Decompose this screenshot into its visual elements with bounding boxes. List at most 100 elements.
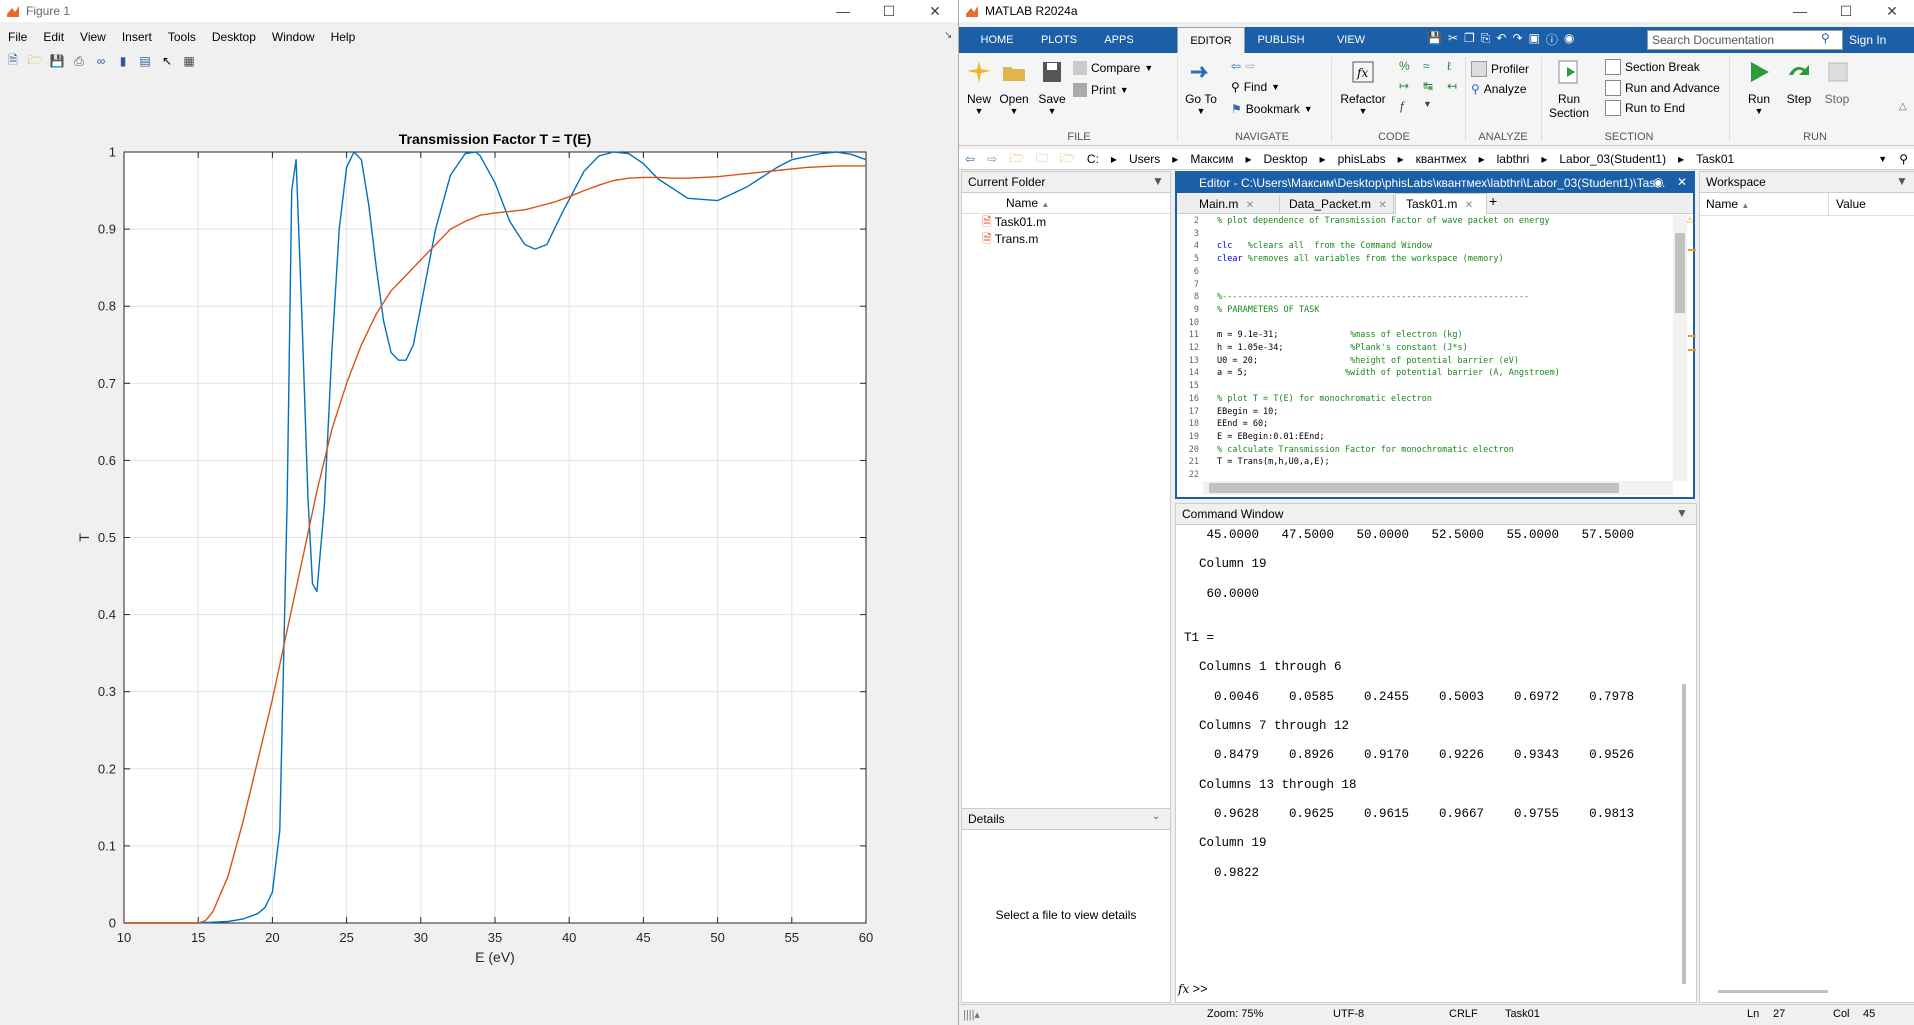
panel-menu-icon[interactable]: ▼ bbox=[1152, 174, 1164, 188]
editor-tab[interactable]: Data_Packet.m ✕ bbox=[1281, 195, 1394, 213]
code-line[interactable]: 17 EBegin = 10; bbox=[1177, 406, 1673, 419]
insert-function-icon[interactable]: ƒ bbox=[1399, 99, 1419, 113]
new-tab-icon[interactable]: + bbox=[1489, 193, 1497, 209]
close-icon[interactable]: ✕ bbox=[1869, 0, 1914, 22]
code-line[interactable]: 13 U0 = 20; %height of potential barrier … bbox=[1177, 355, 1673, 368]
print-button[interactable]: Print ▼ bbox=[1073, 83, 1129, 97]
chevron-down-icon[interactable]: ⌄ bbox=[1152, 811, 1160, 822]
close-editor-icon[interactable]: ✕ bbox=[1677, 175, 1687, 189]
goto-button[interactable]: Go To ▼ bbox=[1183, 59, 1219, 116]
tab-home[interactable]: HOME bbox=[967, 27, 1027, 53]
scrollbar-thumb[interactable] bbox=[1209, 483, 1619, 493]
back-arrow-icon[interactable]: ⇦ bbox=[959, 152, 981, 166]
refactor-button[interactable]: fx Refactor ▼ bbox=[1339, 59, 1387, 116]
analyze-button[interactable]: ⚲ Analyze bbox=[1471, 82, 1527, 96]
command-prompt[interactable]: fx >> bbox=[1178, 982, 1208, 997]
code-line[interactable]: 8 %--------------------------------------… bbox=[1177, 291, 1673, 304]
code-line[interactable]: 7 bbox=[1177, 279, 1673, 292]
uncomment-icon[interactable]: ℓ bbox=[1447, 59, 1467, 73]
back-arrow-icon[interactable]: ⇦ bbox=[1231, 59, 1241, 73]
warning-marker[interactable] bbox=[1688, 249, 1696, 251]
path-segment[interactable]: Users bbox=[1123, 152, 1166, 166]
stop-button[interactable]: Stop bbox=[1819, 59, 1855, 106]
close-tab-icon[interactable]: ✕ bbox=[1246, 200, 1254, 211]
smart-indent-icon[interactable]: ↹ bbox=[1423, 79, 1443, 93]
path-segment[interactable]: Task01 bbox=[1690, 152, 1740, 166]
warning-marker[interactable] bbox=[1688, 349, 1696, 351]
up-folder-icon[interactable]: 🗁 bbox=[1003, 149, 1030, 170]
editor-tab[interactable]: Main.m ✕ bbox=[1185, 195, 1280, 213]
code-line[interactable]: 19 E = EBegin:0.01:EEnd; bbox=[1177, 431, 1673, 444]
path-segment[interactable]: Максим bbox=[1184, 152, 1239, 166]
profiler-button[interactable]: Profiler bbox=[1471, 61, 1529, 77]
back-forward-buttons[interactable]: ⇦ ⇨ bbox=[1231, 59, 1255, 73]
run-section-button[interactable]: Run Section bbox=[1549, 59, 1589, 120]
comment-icon[interactable]: % bbox=[1399, 59, 1419, 73]
community-icon[interactable]: ◉ bbox=[1564, 31, 1574, 48]
step-button[interactable]: Step bbox=[1781, 59, 1817, 106]
indent-icon[interactable]: ↦ bbox=[1399, 79, 1419, 93]
run-button[interactable]: Run ▼ bbox=[1739, 59, 1779, 116]
file-item[interactable]: 🗎 Trans.m bbox=[962, 231, 1170, 248]
maximize-icon[interactable]: ☐ bbox=[1823, 0, 1869, 22]
file-item[interactable]: 🗎 Task01.m bbox=[962, 214, 1170, 231]
tab-view[interactable]: VIEW bbox=[1321, 27, 1381, 53]
warning-marker[interactable] bbox=[1688, 335, 1696, 337]
forward-arrow-icon[interactable]: ⇨ bbox=[981, 152, 1003, 166]
code-area[interactable]: 2 % plot dependence of Transmission Facto… bbox=[1177, 215, 1673, 481]
wrap-comments-icon[interactable]: ≈ bbox=[1423, 59, 1443, 73]
chevron-down-icon[interactable]: ▼ bbox=[1423, 99, 1443, 113]
column-header-name[interactable]: Name ▲ bbox=[962, 193, 1170, 214]
tab-publish[interactable]: PUBLISH bbox=[1245, 27, 1317, 53]
code-line[interactable]: 20 % calculate Transmission Factor for mo… bbox=[1177, 444, 1673, 457]
open-button[interactable]: Open ▼ bbox=[997, 59, 1031, 116]
tab-editor[interactable]: EDITOR bbox=[1177, 27, 1245, 54]
code-line[interactable]: 16 % plot T = T(E) for monochromatic elec… bbox=[1177, 393, 1673, 406]
code-line[interactable]: 14 a = 5; %width of potential barrier (A,… bbox=[1177, 367, 1673, 380]
tab-apps[interactable]: APPS bbox=[1091, 27, 1147, 53]
undo-icon[interactable]: ↶ bbox=[1496, 31, 1506, 48]
code-line[interactable]: 22 bbox=[1177, 469, 1673, 481]
search-documentation-input[interactable]: Search Documentation bbox=[1647, 30, 1843, 50]
search-icon[interactable]: ⚲ bbox=[1821, 31, 1830, 45]
column-header-name[interactable]: Name ▲ bbox=[1706, 193, 1749, 217]
path-segment[interactable]: labthri bbox=[1491, 152, 1536, 166]
scrollbar-thumb[interactable] bbox=[1682, 684, 1686, 984]
path-segment[interactable]: квантмех bbox=[1410, 152, 1473, 166]
code-line[interactable]: 12 h = 1.05e-34; %Plank's constant (J*s) bbox=[1177, 342, 1673, 355]
close-tab-icon[interactable]: ✕ bbox=[1465, 200, 1473, 211]
close-tab-icon[interactable]: ✕ bbox=[1378, 200, 1386, 211]
browse-folder-icon[interactable]: 🗀 bbox=[1030, 149, 1054, 170]
save-button[interactable]: Save ▼ bbox=[1035, 59, 1069, 116]
code-line[interactable]: 15 bbox=[1177, 380, 1673, 393]
run-to-end-button[interactable]: Run to End bbox=[1605, 100, 1685, 116]
panel-menu-icon[interactable]: ▼ bbox=[1676, 506, 1688, 520]
column-header-value[interactable]: Value bbox=[1836, 193, 1866, 215]
editor-tab-active[interactable]: Task01.m ✕ bbox=[1395, 193, 1487, 214]
switch-windows-icon[interactable]: ▣ bbox=[1529, 31, 1540, 48]
section-break-button[interactable]: Section Break bbox=[1605, 59, 1700, 75]
code-line[interactable]: 10 bbox=[1177, 317, 1673, 330]
bookmark-button[interactable]: ⚑ Bookmark ▼ bbox=[1231, 102, 1313, 116]
cut-icon[interactable]: ✂ bbox=[1448, 31, 1458, 48]
run-and-advance-button[interactable]: Run and Advance bbox=[1605, 80, 1720, 96]
path-segment[interactable]: Desktop bbox=[1258, 152, 1314, 166]
paste-icon[interactable]: ⎘ bbox=[1481, 31, 1491, 48]
copy-icon[interactable]: ❐ bbox=[1464, 31, 1475, 48]
code-line[interactable]: 5 clear %removes all variables from the w… bbox=[1177, 253, 1673, 266]
scrollbar-thumb[interactable] bbox=[1675, 233, 1685, 313]
search-icon[interactable]: ⚲ bbox=[1893, 152, 1914, 166]
find-button[interactable]: ⚲ Find ▼ bbox=[1231, 80, 1280, 94]
panel-menu-icon[interactable]: ▼ bbox=[1896, 174, 1908, 188]
code-line[interactable]: 11 m = 9.1e-31; %mass of electron (kg) bbox=[1177, 329, 1673, 342]
outdent-icon[interactable]: ↤ bbox=[1447, 79, 1467, 93]
redo-icon[interactable]: ↷ bbox=[1512, 31, 1522, 48]
code-line[interactable]: 9 % PARAMETERS OF TASK bbox=[1177, 304, 1673, 317]
sign-in-link[interactable]: Sign In bbox=[1849, 33, 1886, 47]
chevron-down-icon[interactable]: ▼ bbox=[1872, 154, 1893, 164]
vertical-scrollbar[interactable] bbox=[1673, 215, 1687, 481]
code-line[interactable]: 21 T = Trans(m,h,U0,a,E); bbox=[1177, 456, 1673, 469]
path-segment[interactable]: phisLabs bbox=[1332, 152, 1392, 166]
code-line[interactable]: 18 EEnd = 60; bbox=[1177, 418, 1673, 431]
help-icon[interactable]: ⓘ bbox=[1546, 31, 1558, 48]
